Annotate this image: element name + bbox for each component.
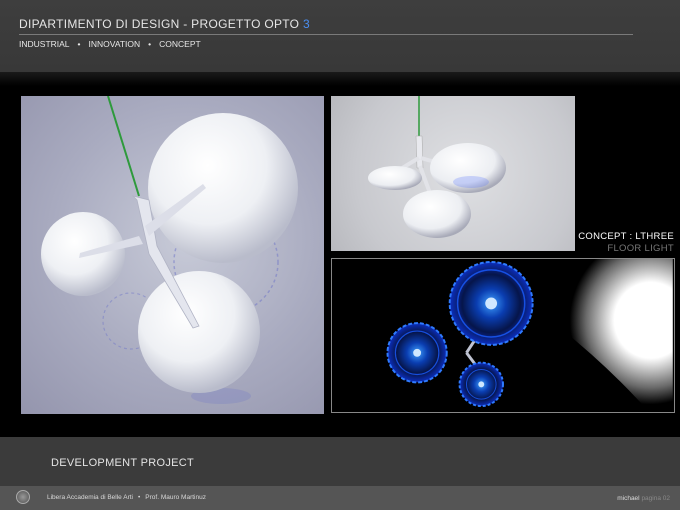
header-shadow (0, 72, 680, 86)
page-title: DIPARTIMENTO DI DESIGN - PROGETTO OPTO 3 (19, 17, 310, 31)
institution-name: Libera Accademia di Belle Arti (47, 494, 133, 501)
footer-credits: Libera Accademia di Belle Arti • Prof. Mau… (47, 494, 206, 501)
footer-author: michael pagina 02 (617, 495, 670, 502)
concept-subtitle: FLOOR LIGHT (607, 243, 674, 254)
footer: Libera Accademia di Belle Arti • Prof. Mau… (0, 486, 680, 510)
render-top-lit-image (333, 259, 673, 412)
academy-logo-icon (16, 490, 30, 504)
professor-name: Prof. Mauro Martinuz (145, 494, 206, 501)
header-divider (19, 34, 633, 35)
concept-title: CONCEPT : LTHREE (578, 231, 674, 242)
tag-list: INDUSTRIAL • INNOVATION • CONCEPT (19, 39, 201, 49)
render-main (21, 96, 324, 414)
slide-header: DIPARTIMENTO DI DESIGN - PROGETTO OPTO 3… (0, 0, 680, 72)
render-top-lit (331, 258, 675, 413)
render-side-image (368, 96, 506, 238)
tag-industrial: INDUSTRIAL (19, 39, 70, 49)
page-number: pagina 02 (641, 495, 670, 502)
author-name: michael (617, 495, 640, 502)
development-band: DEVELOPMENT PROJECT (0, 437, 680, 486)
render-side (331, 96, 575, 251)
tag-innovation: INNOVATION (88, 39, 141, 49)
render-main-image (41, 96, 298, 404)
project-number: 3 (302, 17, 310, 31)
development-label: DEVELOPMENT PROJECT (51, 457, 195, 469)
tag-concept: CONCEPT (159, 39, 201, 49)
